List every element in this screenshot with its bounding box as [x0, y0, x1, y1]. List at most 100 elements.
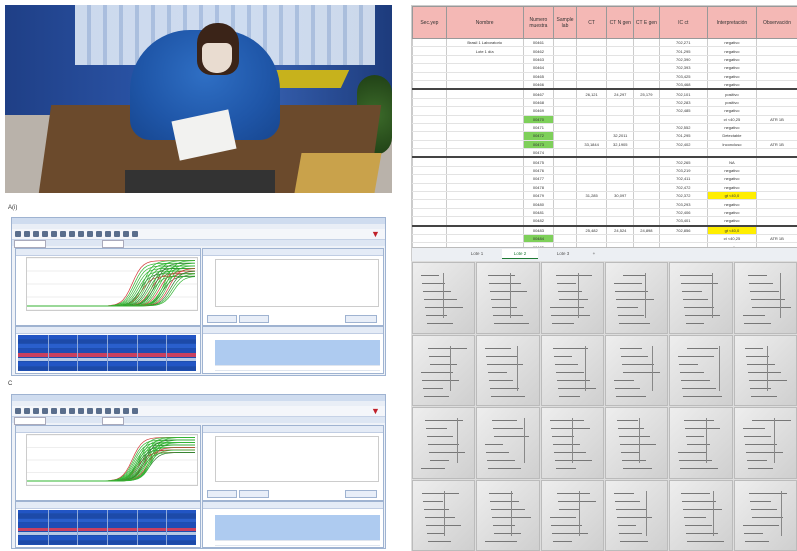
table-cell[interactable] [412, 106, 447, 116]
table-cell[interactable] [575, 46, 608, 56]
table-cell[interactable] [445, 89, 524, 99]
table-cell[interactable] [755, 63, 797, 73]
table-cell[interactable] [445, 55, 524, 65]
column-header[interactable]: Sec.yep [412, 6, 447, 39]
table-cell[interactable] [606, 208, 635, 218]
toolbar-button[interactable] [60, 408, 66, 414]
table-cell[interactable]: ATR 1B [755, 115, 797, 124]
table-cell[interactable]: negativo [706, 123, 757, 133]
table-cell[interactable] [553, 80, 577, 91]
table-row[interactable]: 00479 31,285 30,097 702,372 gt <40,0 [412, 191, 797, 201]
table-cell[interactable] [553, 106, 577, 116]
table-cell[interactable] [412, 140, 447, 150]
toolbar-button[interactable] [96, 231, 102, 237]
table-cell[interactable] [412, 131, 447, 141]
table-cell[interactable] [553, 157, 577, 167]
table-cell[interactable]: 00467 [522, 89, 555, 99]
table-cell[interactable]: Detectable [706, 131, 757, 141]
table-cell[interactable] [553, 225, 577, 235]
sheet-tab[interactable]: Lote 1 [460, 249, 494, 258]
table-cell[interactable] [755, 208, 797, 218]
table-cell[interactable] [445, 166, 524, 176]
table-cell[interactable] [633, 115, 660, 124]
table-cell[interactable]: Lote 1 día [445, 46, 524, 56]
well-results-table[interactable] [215, 510, 380, 546]
table-cell[interactable] [445, 63, 524, 73]
table-row[interactable]: Brasil 1 Laboratorio 00461 702,271 negativo [412, 38, 797, 48]
table-cell[interactable] [553, 89, 577, 99]
table-cell[interactable]: 00479 [522, 191, 555, 201]
table-cell[interactable] [412, 80, 447, 91]
table-cell[interactable] [412, 55, 447, 65]
table-cell[interactable] [633, 216, 660, 227]
table-cell[interactable]: 702,393 [658, 63, 708, 73]
toolbar-button[interactable] [96, 408, 102, 414]
column-header[interactable]: Numero muestra [522, 6, 555, 39]
table-row[interactable]: 00484 ct <40,25 ATR 1B [412, 234, 797, 244]
table-cell[interactable]: positivo [706, 98, 757, 108]
table-cell[interactable]: Inconcluso [706, 140, 757, 150]
table-cell[interactable] [755, 106, 797, 116]
table-cell[interactable] [575, 115, 608, 124]
table-cell[interactable]: negativo [706, 38, 757, 48]
table-cell[interactable] [575, 208, 608, 218]
table-cell[interactable] [575, 174, 608, 184]
table-cell[interactable]: 00461 [522, 38, 555, 48]
table-cell[interactable]: ATR 1B [755, 234, 797, 244]
table-cell[interactable] [633, 98, 660, 108]
table-cell[interactable] [553, 55, 577, 65]
table-cell[interactable]: 00464 [522, 63, 555, 73]
table-cell[interactable] [575, 131, 608, 141]
table-cell[interactable] [553, 191, 577, 201]
well-results-table[interactable] [215, 335, 380, 371]
table-row[interactable]: 00471 702,552 negativo [412, 123, 797, 133]
table-cell[interactable] [606, 106, 635, 116]
table-cell[interactable] [575, 199, 608, 209]
tab-run-setup[interactable] [14, 240, 46, 248]
table-cell[interactable] [755, 46, 797, 56]
table-cell[interactable]: negativo [706, 46, 757, 56]
table-cell[interactable]: 702,283 [658, 98, 708, 108]
table-cell[interactable] [755, 225, 797, 235]
table-cell[interactable] [606, 234, 635, 244]
table-cell[interactable] [575, 55, 608, 65]
table-row[interactable]: 00465 703,425 negativo [412, 72, 797, 81]
table-row[interactable]: 00464 702,393 negativo [412, 63, 797, 73]
table-cell[interactable]: 703,425 [658, 72, 708, 81]
table-cell[interactable] [445, 106, 524, 116]
toolbar-button[interactable] [132, 408, 138, 414]
table-cell[interactable]: 701,295 [658, 46, 708, 56]
table-cell[interactable]: gt <40,0 [706, 225, 757, 235]
table-cell[interactable] [633, 38, 660, 48]
table-cell[interactable]: 00475 [522, 157, 555, 167]
table-cell[interactable]: 00484 [522, 234, 555, 244]
toolbar-button[interactable] [51, 231, 57, 237]
table-cell[interactable]: 702,406 [658, 208, 708, 218]
table-cell[interactable] [553, 208, 577, 218]
table-cell[interactable] [606, 72, 635, 81]
table-cell[interactable] [445, 199, 524, 209]
table-cell[interactable] [755, 183, 797, 193]
table-row[interactable]: 00482 703,401 negativo [412, 216, 797, 227]
toolbar-button[interactable] [114, 408, 120, 414]
table-cell[interactable] [633, 131, 660, 141]
table-cell[interactable] [755, 123, 797, 133]
table-cell[interactable]: 702,402 [658, 140, 708, 150]
table-cell[interactable] [412, 115, 447, 124]
table-cell[interactable]: 00481 [522, 208, 555, 218]
table-cell[interactable] [606, 216, 635, 227]
table-cell[interactable]: NA [706, 157, 757, 167]
table-cell[interactable] [553, 140, 577, 150]
table-cell[interactable] [755, 98, 797, 108]
table-cell[interactable] [575, 157, 608, 167]
toolbar-button[interactable] [105, 231, 111, 237]
table-row[interactable]: 00463 702,390 negativo [412, 55, 797, 65]
sheet-tab[interactable]: Lote 3 [546, 249, 580, 258]
table-cell[interactable] [553, 38, 577, 48]
table-row[interactable]: 00467 26,121 24,297 25,179 702,101 positivo [412, 89, 797, 99]
table-cell[interactable] [633, 80, 660, 91]
table-cell[interactable]: gt <40,0 [706, 191, 757, 201]
table-cell[interactable]: 00465 [522, 72, 555, 81]
table-cell[interactable]: ct <40,25 [706, 234, 757, 244]
table-cell[interactable] [606, 166, 635, 176]
